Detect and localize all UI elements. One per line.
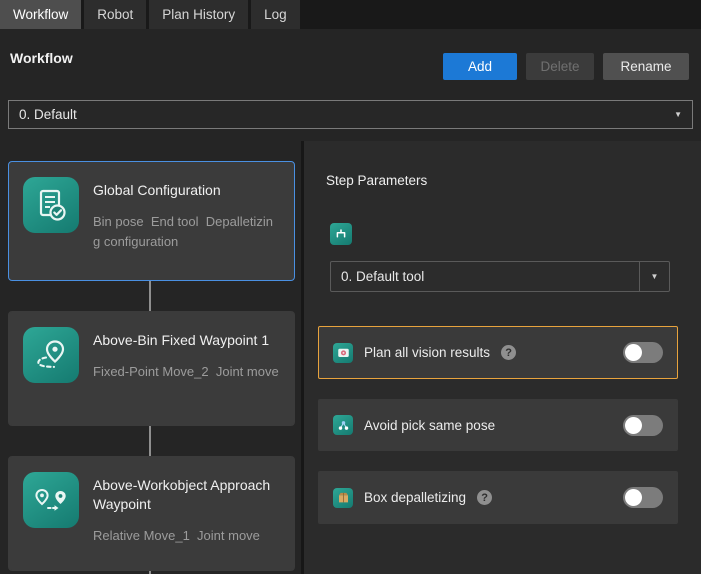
end-tool-icon [330,223,352,245]
avoid-pose-icon [333,415,353,435]
tool-dropdown-value: 0. Default tool [341,269,424,284]
step-card-global-configuration[interactable]: Global Configuration Bin pose End tool D… [8,161,295,281]
add-button[interactable]: Add [443,53,517,80]
param-label: Box depalletizing [364,490,466,505]
document-check-icon [23,177,79,233]
toggle-box-depalletizing[interactable] [623,487,663,508]
param-row-plan-all-vision-results[interactable]: Plan all vision results ? [318,326,678,379]
tab-plan-history[interactable]: Plan History [149,0,248,29]
box-depalletizing-icon [333,488,353,508]
step-card-above-workobject-approach-waypoint[interactable]: Above-Workobject Approach Waypoint Relat… [8,456,295,571]
help-icon[interactable]: ? [501,345,516,360]
tab-workflow[interactable]: Workflow [0,0,81,29]
step-title: Global Configuration [93,181,280,200]
param-row-box-depalletizing[interactable]: Box depalletizing ? [318,471,678,524]
param-label: Avoid pick same pose [364,418,495,433]
relative-move-pins-icon [23,472,79,528]
chevron-down-icon: ▼ [674,111,682,119]
chevron-down-icon: ▼ [651,273,659,281]
toolbar-buttons: Add Delete Rename [443,53,689,80]
toggle-plan-all-vision-results[interactable] [623,342,663,363]
top-tab-bar: Workflow Robot Plan History Log [0,0,701,29]
tab-log[interactable]: Log [251,0,300,29]
step-subtitle: Fixed-Point Move_2 Joint move [93,362,280,382]
step-subtitle: Bin pose End tool Depalletizing configur… [93,212,280,252]
delete-button[interactable]: Delete [526,53,594,80]
waypoint-pin-icon [23,327,79,383]
step-card-above-bin-fixed-waypoint[interactable]: Above-Bin Fixed Waypoint 1 Fixed-Point M… [8,311,295,426]
workflow-step-list: Global Configuration Bin pose End tool D… [0,141,301,574]
step-parameters-panel: Step Parameters 0. Default tool ▼ Plan a… [304,141,701,574]
help-icon[interactable]: ? [477,490,492,505]
param-row-avoid-pick-same-pose[interactable]: Avoid pick same pose [318,399,678,451]
workflow-dropdown-value: 0. Default [19,107,77,122]
toggle-avoid-pick-same-pose[interactable] [623,415,663,436]
step-parameters-title: Step Parameters [326,173,427,188]
step-subtitle: Relative Move_1 Joint move [93,526,280,546]
tab-robot[interactable]: Robot [84,0,146,29]
param-label: Plan all vision results [364,345,490,360]
tool-dropdown[interactable]: 0. Default tool ▼ [330,261,670,292]
vision-results-icon [333,343,353,363]
step-title: Above-Bin Fixed Waypoint 1 [93,331,280,350]
workflow-dropdown[interactable]: 0. Default ▼ [8,100,693,129]
step-title: Above-Workobject Approach Waypoint [93,476,280,514]
rename-button[interactable]: Rename [603,53,689,80]
page-title: Workflow [10,50,73,66]
